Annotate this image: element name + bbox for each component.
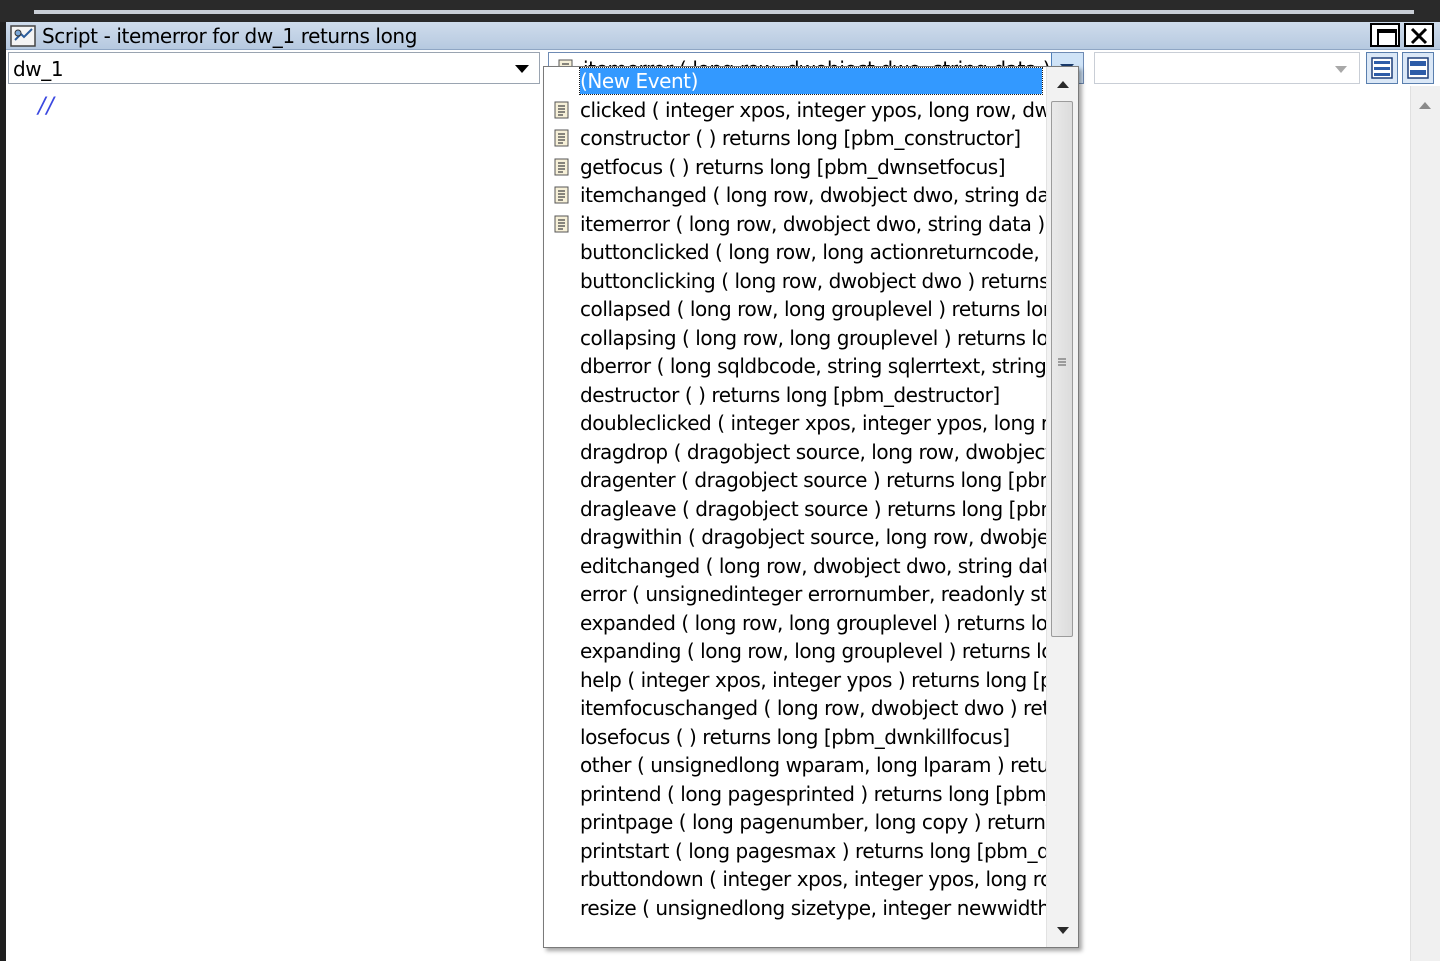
- ancestor-selector[interactable]: [1094, 52, 1360, 84]
- event-list-item[interactable]: doubleclicked ( integer xpos, integer yp…: [544, 409, 1046, 438]
- event-list: (New Event) clicked ( integer xpos, integ…: [544, 67, 1046, 947]
- outer-frame-top: [0, 0, 1440, 22]
- scrollbar-thumb[interactable]: [1051, 101, 1073, 637]
- event-list-item-label: itemfocuschanged ( long row, dwobject dw…: [580, 696, 1046, 720]
- object-selector[interactable]: dw_1: [8, 52, 540, 84]
- event-list-item-label: dragdrop ( dragobject source, long row, …: [580, 439, 1046, 464]
- event-list-item[interactable]: dragdrop ( dragobject source, long row, …: [544, 438, 1046, 467]
- event-list-item-label: itemerror ( long row, dwobject dwo, stri…: [580, 211, 1045, 236]
- event-list-item-label: help ( integer xpos, integer ypos ) retu…: [580, 667, 1046, 692]
- event-list-item-label: printpage ( long pagenumber, long copy )…: [580, 810, 1046, 834]
- chevron-down-icon: [1335, 66, 1347, 73]
- event-list-item-label: doubleclicked ( integer xpos, integer yp…: [580, 411, 1046, 435]
- event-list-item[interactable]: rbuttondown ( integer xpos, integer ypos…: [544, 865, 1046, 894]
- event-list-item-label: getfocus ( ) returns long [pbm_dwnsetfoc…: [580, 154, 1006, 179]
- scroll-up-icon[interactable]: [1419, 102, 1431, 109]
- event-list-item[interactable]: (New Event): [544, 67, 1046, 96]
- event-dropdown-list[interactable]: (New Event) clicked ( integer xpos, integ…: [543, 66, 1079, 948]
- event-list-item[interactable]: dragwithin ( dragobject source, long row…: [544, 523, 1046, 552]
- event-list-item-label: losefocus ( ) returns long [pbm_dwnkillf…: [580, 724, 1010, 749]
- event-list-item-label: rbuttondown ( integer xpos, integer ypos…: [580, 867, 1046, 891]
- event-list-item[interactable]: expanding ( long row, long grouplevel ) …: [544, 637, 1046, 666]
- event-list-item-label: collapsed ( long row, long grouplevel ) …: [580, 297, 1046, 321]
- event-list-item[interactable]: expanded ( long row, long grouplevel ) r…: [544, 609, 1046, 638]
- event-list-item[interactable]: itemerror ( long row, dwobject dwo, stri…: [544, 210, 1046, 239]
- event-list-item[interactable]: error ( unsignedinteger errornumber, rea…: [544, 580, 1046, 609]
- event-list-item[interactable]: resize ( unsignedlong sizetype, integer …: [544, 894, 1046, 923]
- event-list-item[interactable]: itemfocuschanged ( long row, dwobject dw…: [544, 694, 1046, 723]
- event-list-item-label: expanding ( long row, long grouplevel ) …: [580, 639, 1046, 663]
- event-list-item[interactable]: other ( unsignedlong wparam, long lparam…: [544, 751, 1046, 780]
- event-list-item-label: printend ( long pagesprinted ) returns l…: [580, 781, 1046, 806]
- event-list-item-label: dragwithin ( dragobject source, long row…: [580, 525, 1046, 549]
- event-list-item[interactable]: dragleave ( dragobject source ) returns …: [544, 495, 1046, 524]
- event-list-item-label: destructor ( ) returns long [pbm_destruc…: [580, 382, 1000, 407]
- event-list-item[interactable]: printstart ( long pagesmax ) returns lon…: [544, 837, 1046, 866]
- event-list-item-label: other ( unsignedlong wparam, long lparam…: [580, 753, 1046, 777]
- event-list-item-label: expanded ( long row, long grouplevel ) r…: [580, 610, 1046, 635]
- event-list-item-label: (New Event): [579, 67, 1043, 95]
- script-icon: [10, 25, 36, 47]
- event-list-item[interactable]: getfocus ( ) returns long [pbm_dwnsetfoc…: [544, 153, 1046, 182]
- close-icon: [1410, 27, 1428, 45]
- event-list-item[interactable]: losefocus ( ) returns long [pbm_dwnkillf…: [544, 723, 1046, 752]
- split-view-icon: [1407, 57, 1429, 79]
- code-comment: //: [38, 94, 55, 119]
- event-list-item[interactable]: printend ( long pagesprinted ) returns l…: [544, 780, 1046, 809]
- scripted-event-icon: [554, 158, 569, 175]
- event-list-item[interactable]: itemchanged ( long row, dwobject dwo, st…: [544, 181, 1046, 210]
- event-list-item-label: collapsing ( long row, long grouplevel )…: [580, 325, 1046, 350]
- event-list-item-label: dberror ( long sqldbcode, string sqlerrt…: [580, 354, 1046, 378]
- event-list-item-label: clicked ( integer xpos, integer ypos, lo…: [580, 97, 1046, 122]
- object-selector-value: dw_1: [13, 57, 64, 81]
- event-list-item[interactable]: dragenter ( dragobject source ) returns …: [544, 466, 1046, 495]
- scripted-event-icon: [554, 129, 569, 147]
- scripted-event-icon: [554, 186, 569, 204]
- event-list-item-label: itemchanged ( long row, dwobject dwo, st…: [580, 183, 1046, 207]
- dropdown-scrollbar[interactable]: [1046, 67, 1078, 947]
- title-bar: Script - itemerror for dw_1 returns long: [6, 22, 1440, 50]
- event-list-item-label: error ( unsignedinteger errornumber, rea…: [580, 582, 1046, 606]
- event-list-item[interactable]: clicked ( integer xpos, integer ypos, lo…: [544, 96, 1046, 125]
- scroll-up-icon[interactable]: [1057, 81, 1069, 88]
- event-list-item-label: dragleave ( dragobject source ) returns …: [580, 496, 1046, 521]
- event-list-item-label: editchanged ( long row, dwobject dwo, st…: [580, 553, 1046, 578]
- scroll-down-icon[interactable]: [1057, 927, 1069, 934]
- split-horizontal-button[interactable]: [1366, 52, 1398, 84]
- event-list-item[interactable]: help ( integer xpos, integer ypos ) retu…: [544, 666, 1046, 695]
- event-list-item-label: constructor ( ) returns long [pbm_constr…: [580, 126, 1021, 150]
- grip-icon: [1058, 358, 1066, 366]
- event-list-item[interactable]: destructor ( ) returns long [pbm_destruc…: [544, 381, 1046, 410]
- event-list-item-label: printstart ( long pagesmax ) returns lon…: [580, 838, 1046, 863]
- event-list-item-label: resize ( unsignedlong sizetype, integer …: [580, 895, 1046, 920]
- event-list-item-label: buttonclicked ( long row, long actionret…: [580, 240, 1046, 264]
- close-button[interactable]: [1404, 23, 1434, 47]
- event-list-item[interactable]: collapsing ( long row, long grouplevel )…: [544, 324, 1046, 353]
- split-view-icon: [1371, 57, 1393, 79]
- event-list-item[interactable]: editchanged ( long row, dwobject dwo, st…: [544, 552, 1046, 581]
- event-list-item-label: buttonclicking ( long row, dwobject dwo …: [580, 268, 1046, 293]
- event-list-item-label: dragenter ( dragobject source ) returns …: [580, 468, 1046, 492]
- split-vertical-button[interactable]: [1402, 52, 1434, 84]
- frame-divider: [34, 10, 1414, 14]
- event-list-item[interactable]: buttonclicked ( long row, long actionret…: [544, 238, 1046, 267]
- window-title: Script - itemerror for dw_1 returns long: [42, 24, 417, 48]
- chevron-down-icon: [515, 65, 529, 73]
- maximize-button[interactable]: [1370, 23, 1400, 47]
- editor-scrollbar[interactable]: [1410, 86, 1440, 961]
- event-list-item[interactable]: buttonclicking ( long row, dwobject dwo …: [544, 267, 1046, 296]
- event-list-item[interactable]: collapsed ( long row, long grouplevel ) …: [544, 295, 1046, 324]
- scripted-event-icon: [554, 101, 569, 118]
- event-list-item[interactable]: dberror ( long sqldbcode, string sqlerrt…: [544, 352, 1046, 381]
- scripted-event-icon: [554, 215, 569, 232]
- event-list-item[interactable]: printpage ( long pagenumber, long copy )…: [544, 808, 1046, 837]
- event-list-item[interactable]: constructor ( ) returns long [pbm_constr…: [544, 124, 1046, 153]
